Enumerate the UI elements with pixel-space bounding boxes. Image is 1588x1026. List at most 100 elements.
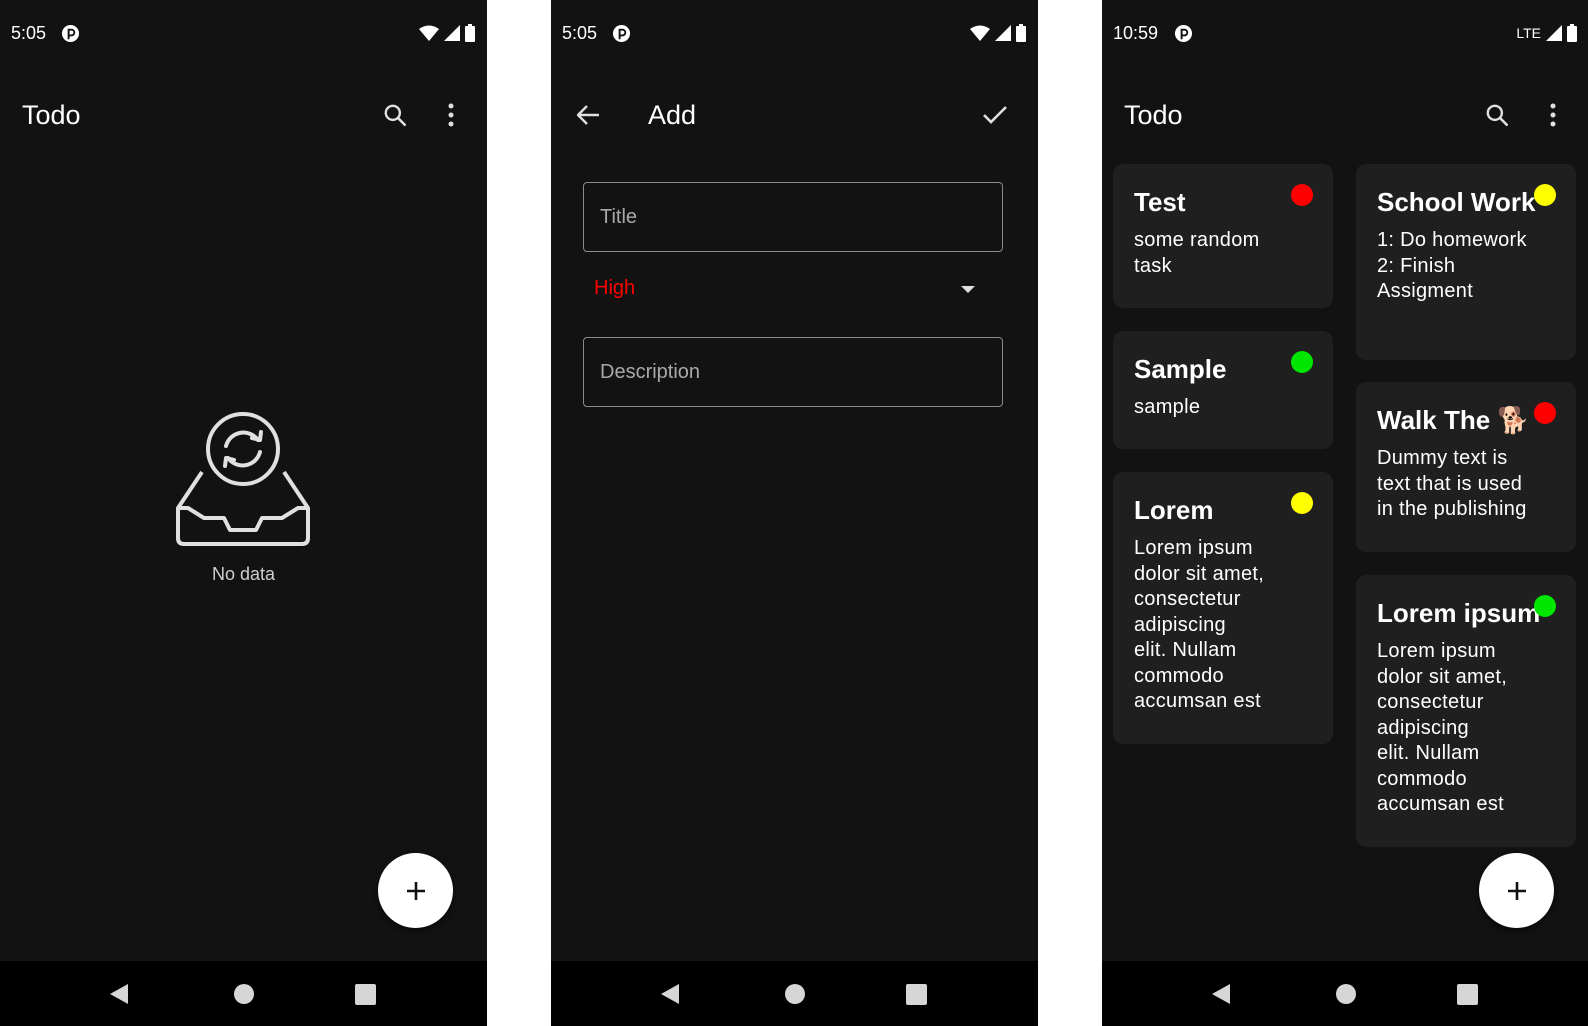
system-nav-bar	[0, 961, 487, 1026]
nav-back-button[interactable]	[1208, 981, 1234, 1007]
back-button[interactable]	[571, 98, 605, 132]
system-nav-bar	[1102, 961, 1588, 1026]
todo-list-screen: 10:59 LTE Todo Test some random task Sam…	[1102, 0, 1588, 1026]
app-bar: Todo	[0, 68, 487, 162]
note-description: 1: Do homework 2: Finish Assigment	[1377, 229, 1527, 302]
status-time: 10:59	[1113, 23, 1159, 43]
note-description: some random task	[1134, 229, 1260, 277]
priority-indicator	[1534, 184, 1556, 206]
note-card[interactable]: School Work 1: Do homework 2: Finish Ass…	[1356, 164, 1576, 360]
battery-icon	[465, 24, 475, 42]
nav-back-button[interactable]	[657, 981, 683, 1007]
search-icon	[1486, 104, 1509, 127]
priority-indicator	[1291, 492, 1313, 514]
note-title: Lorem ipsum	[1377, 598, 1541, 628]
status-bar: 10:59 LTE	[1102, 0, 1588, 68]
data-saver-icon	[61, 24, 80, 43]
save-button[interactable]	[978, 98, 1012, 132]
nav-recents-button[interactable]	[352, 981, 378, 1007]
overflow-menu-button[interactable]	[434, 98, 468, 132]
signal-icon	[995, 25, 1011, 41]
back-triangle-icon	[661, 984, 679, 1004]
priority-indicator	[1291, 184, 1313, 206]
network-type-label: LTE	[1516, 25, 1541, 41]
todo-empty-screen: 5:05 Todo No data	[0, 0, 487, 1026]
check-icon	[983, 106, 1007, 124]
recents-square-icon	[1456, 983, 1478, 1005]
title-input[interactable]	[584, 183, 1002, 251]
note-card[interactable]: Test some random task	[1113, 164, 1333, 308]
note-description: Lorem ipsum dolor sit amet, consectetur …	[1377, 640, 1508, 815]
data-saver-icon	[1174, 24, 1193, 43]
signal-icon	[444, 25, 460, 41]
arrow-back-icon	[576, 105, 599, 125]
note-title: Lorem	[1134, 495, 1214, 525]
add-todo-button[interactable]	[1479, 853, 1554, 928]
overflow-menu-button[interactable]	[1536, 98, 1570, 132]
status-time: 5:05	[562, 23, 598, 43]
nav-home-button[interactable]	[231, 981, 257, 1007]
app-bar: Add	[551, 68, 1038, 162]
note-title: Sample	[1134, 354, 1227, 384]
priority-selected-value: High	[594, 277, 636, 299]
priority-indicator	[1534, 595, 1556, 617]
note-card[interactable]: Lorem ipsum Lorem ipsum dolor sit amet, …	[1356, 575, 1576, 847]
search-button[interactable]	[1480, 98, 1514, 132]
add-icon	[406, 881, 425, 900]
empty-inbox-icon	[176, 412, 310, 546]
dropdown-arrow-icon	[961, 286, 975, 293]
home-circle-icon	[785, 984, 805, 1004]
description-field[interactable]	[583, 337, 1003, 407]
add-icon	[1507, 881, 1526, 900]
add-todo-screen: 5:05 Add High	[551, 0, 1038, 1026]
description-input[interactable]	[584, 338, 1002, 406]
system-nav-bar	[551, 961, 1038, 1026]
more-vert-icon	[1550, 103, 1556, 127]
data-saver-icon	[612, 24, 631, 43]
nav-back-button[interactable]	[106, 981, 132, 1007]
nav-recents-button[interactable]	[1454, 981, 1480, 1007]
note-description: Lorem ipsum dolor sit amet, consectetur …	[1134, 537, 1265, 712]
note-card[interactable]: Lorem Lorem ipsum dolor sit amet, consec…	[1113, 472, 1333, 744]
note-card[interactable]: Sample sample	[1113, 331, 1333, 449]
more-vert-icon	[448, 103, 454, 127]
status-bar: 5:05	[0, 0, 487, 68]
status-bar: 5:05	[551, 0, 1038, 68]
search-button[interactable]	[378, 98, 412, 132]
status-icons	[970, 23, 1026, 43]
status-icons: LTE	[1516, 23, 1577, 43]
title-field[interactable]	[583, 182, 1003, 252]
note-description: Dummy text is text that is used in the p…	[1377, 447, 1527, 520]
note-description: sample	[1134, 396, 1201, 418]
status-icons	[419, 23, 475, 43]
note-title: Test	[1134, 187, 1186, 217]
battery-icon	[1016, 24, 1026, 42]
wifi-icon	[419, 25, 439, 41]
add-todo-button[interactable]	[378, 853, 453, 928]
priority-indicator	[1534, 402, 1556, 424]
recents-square-icon	[354, 983, 376, 1005]
status-time: 5:05	[11, 23, 47, 43]
wifi-icon	[970, 25, 990, 41]
nav-home-button[interactable]	[782, 981, 808, 1007]
home-circle-icon	[234, 984, 254, 1004]
back-triangle-icon	[110, 984, 128, 1004]
back-triangle-icon	[1212, 984, 1230, 1004]
note-title: School Work	[1377, 187, 1536, 217]
home-circle-icon	[1336, 984, 1356, 1004]
battery-icon	[1567, 24, 1577, 42]
search-icon	[384, 104, 407, 127]
signal-icon	[1546, 25, 1562, 41]
priority-dropdown[interactable]: High	[583, 265, 1003, 315]
empty-state-text: No data	[211, 564, 276, 584]
priority-indicator	[1291, 351, 1313, 373]
app-bar: Todo	[1102, 68, 1588, 162]
note-title: Walk The 🐕	[1377, 405, 1530, 435]
app-title: Todo	[22, 100, 81, 130]
note-card[interactable]: Walk The 🐕 Dummy text is text that is us…	[1356, 382, 1576, 552]
app-title: Add	[648, 100, 697, 130]
nav-recents-button[interactable]	[903, 981, 929, 1007]
app-title: Todo	[1124, 100, 1183, 130]
nav-home-button[interactable]	[1333, 981, 1359, 1007]
recents-square-icon	[905, 983, 927, 1005]
